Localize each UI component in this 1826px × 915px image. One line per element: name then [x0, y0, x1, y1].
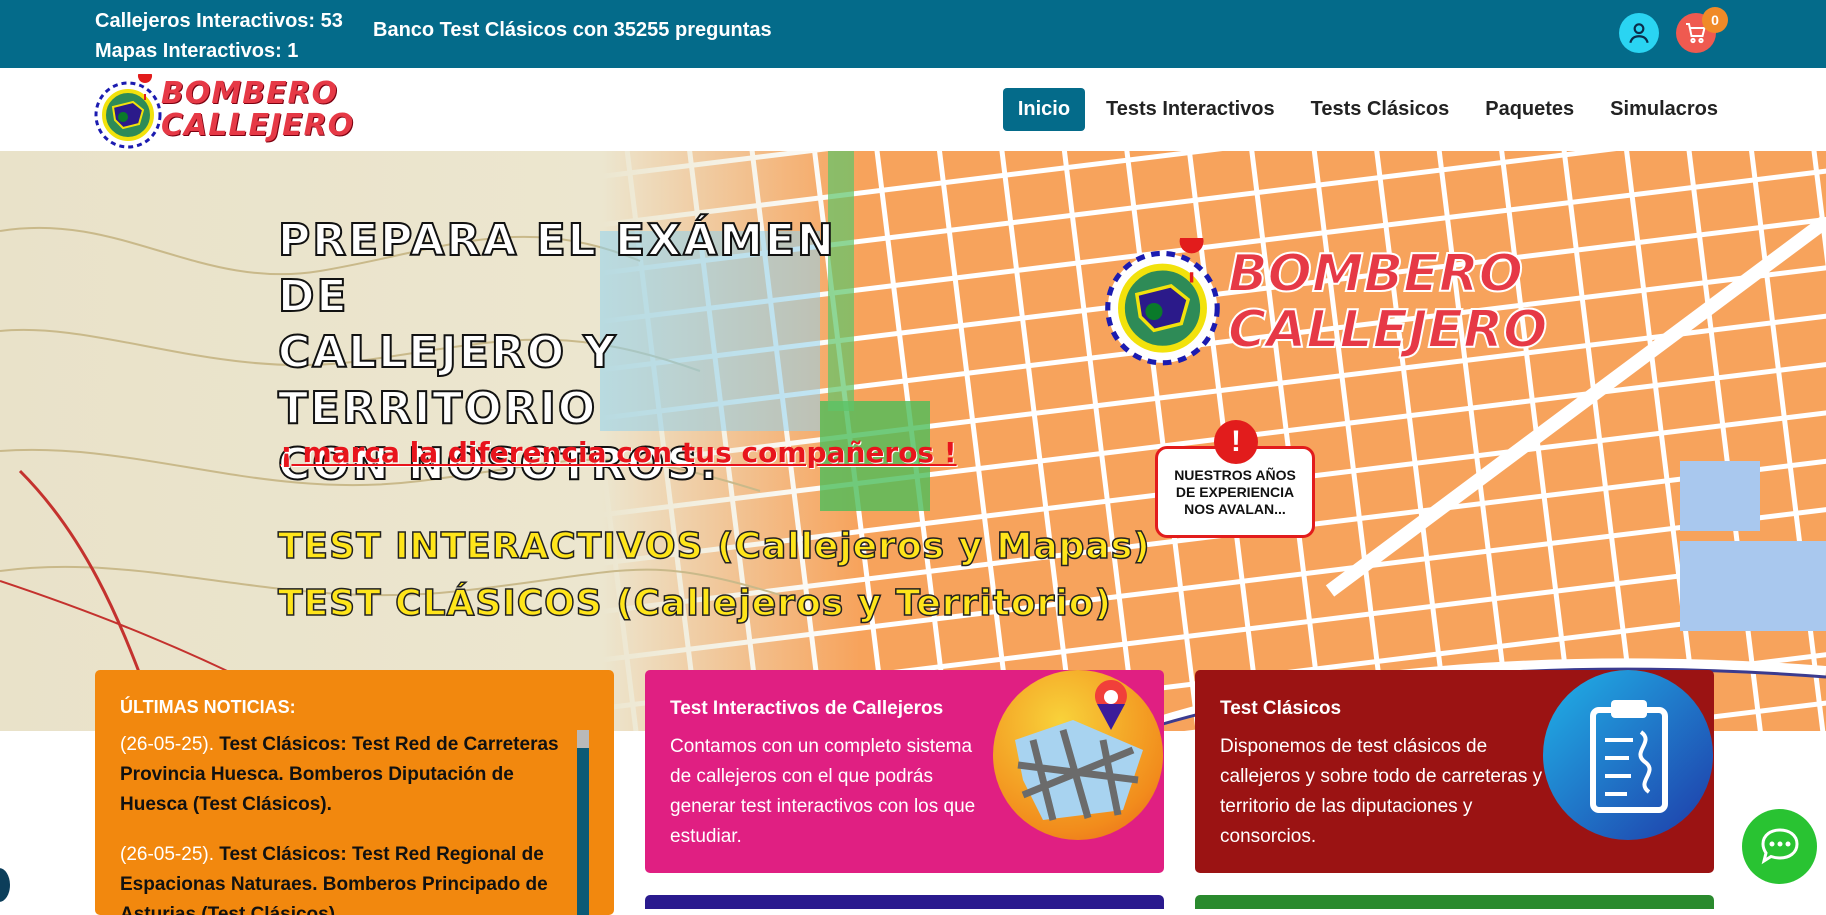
next-card-top-strip	[1195, 895, 1714, 909]
clasicos-title: Test Clásicos	[1220, 698, 1342, 719]
main-navbar: BOMBERO CALLEJERO Inicio Tests Interacti…	[0, 68, 1826, 151]
exclamation-icon: !	[1214, 420, 1258, 464]
nav-menu: Inicio Tests Interactivos Tests Clásicos…	[1002, 88, 1733, 131]
clipboard-icon	[1543, 670, 1713, 840]
hero-headline-line-2: CALLEJERO Y TERRITORIO	[277, 326, 618, 435]
site-counts: Callejeros Interactivos: 53 Mapas Intera…	[95, 6, 343, 66]
hero-logo: BOMBERO CALLEJERO	[1100, 238, 1548, 366]
mapas-count: Mapas Interactivos: 1	[95, 40, 299, 62]
news-item[interactable]: (26-05-25). Test Clásicos: Test Red Regi…	[120, 840, 572, 915]
nav-item-inicio[interactable]: Inicio	[1002, 88, 1086, 131]
nav-item-tests-interactivos[interactable]: Tests Interactivos	[1091, 88, 1290, 131]
chat-button[interactable]	[1742, 809, 1817, 884]
hero-logo-wordmark: BOMBERO CALLEJERO	[1227, 244, 1548, 360]
map-pin-icon	[993, 670, 1163, 840]
news-card: ÚLTIMAS NOTICIAS: (26-05-25). Test Clási…	[95, 670, 614, 915]
interactivos-card[interactable]: Test Interactivos de Callejeros Contamos…	[645, 670, 1164, 873]
nav-item-paquetes[interactable]: Paquetes	[1470, 88, 1589, 131]
interactivos-title: Test Interactivos de Callejeros	[670, 698, 944, 719]
user-icon	[1629, 23, 1649, 44]
logo-emblem-icon	[94, 69, 162, 149]
logo-wordmark: BOMBERO CALLEJERO	[161, 78, 354, 142]
interactivos-description: Contamos con un completo sistema de call…	[670, 736, 976, 847]
hero-line-clasicos: TEST CLÁSICOS (Callejeros y Territorio)	[277, 582, 1112, 625]
hero-logo-line-1: BOMBERO	[1227, 244, 1524, 304]
top-bar: Callejeros Interactivos: 53 Mapas Intera…	[0, 0, 1826, 68]
news-item[interactable]: (26-05-25). Test Clásicos: Test Red de C…	[120, 730, 572, 820]
hero-logo-line-2: CALLEJERO	[1227, 300, 1548, 360]
hero-logo-emblem-icon	[1105, 238, 1220, 366]
clasicos-card[interactable]: Test Clásicos Disponemos de test clásico…	[1195, 670, 1714, 873]
news-item-date: (26-05-25).	[120, 844, 214, 865]
news-scrollbar[interactable]	[577, 730, 589, 915]
news-title: ÚLTIMAS NOTICIAS:	[120, 697, 296, 717]
clasicos-description: Disponemos de test clásicos de callejero…	[1220, 736, 1543, 847]
news-item-date: (26-05-25).	[120, 734, 214, 755]
next-card-top-strip	[645, 895, 1164, 909]
site-logo[interactable]: BOMBERO CALLEJERO	[93, 69, 353, 150]
callejeros-count: Callejeros Interactivos: 53	[95, 10, 343, 32]
chat-icon	[1760, 827, 1799, 864]
logo-line-1: BOMBERO	[161, 76, 339, 111]
news-scrollbar-thumb[interactable]	[577, 730, 589, 748]
cart-count-badge: 0	[1702, 7, 1728, 33]
nav-item-tests-clasicos[interactable]: Tests Clásicos	[1296, 88, 1465, 131]
logo-line-2: CALLEJERO	[161, 108, 355, 143]
banco-test-info: Banco Test Clásicos con 35255 preguntas	[373, 19, 772, 41]
experience-badge: NUESTROS AÑOS DE EXPERIENCIA NOS AVALAN.…	[1155, 420, 1320, 556]
hero-line-interactivos: TEST INTERACTIVOS (Callejeros y Mapas)	[277, 525, 1151, 568]
nav-item-simulacros[interactable]: Simulacros	[1595, 88, 1733, 131]
hero-headline-line-1: PREPARA EL EXÁMEN DE	[277, 214, 836, 323]
user-account-button[interactable]	[1619, 13, 1659, 53]
hero-tagline: ¡ marca la diferencia con tus compañeros…	[280, 436, 957, 469]
side-widget-icon[interactable]	[0, 868, 10, 902]
hero-banner: PREPARA EL EXÁMEN DE CALLEJERO Y TERRITO…	[0, 151, 1826, 731]
